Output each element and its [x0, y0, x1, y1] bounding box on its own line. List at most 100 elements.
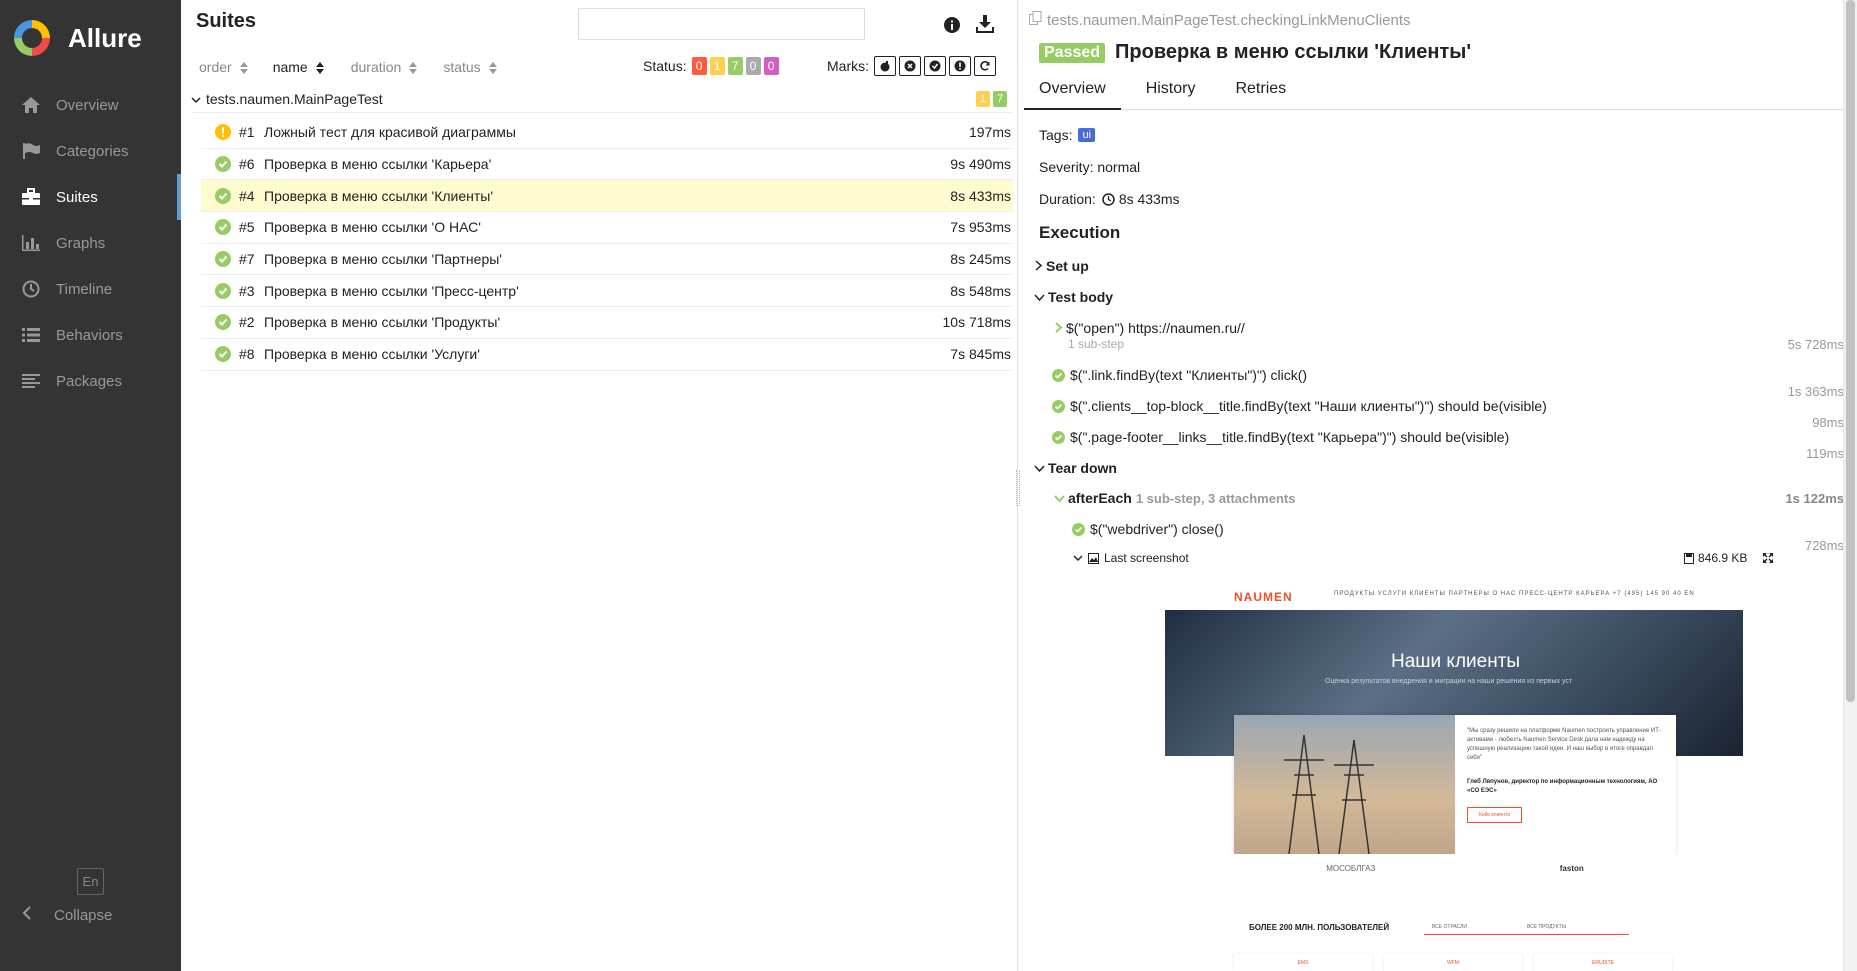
sidebar-item-categories[interactable]: Categories: [0, 128, 181, 174]
status-filter: Status: 0 1 7 0 0: [643, 57, 779, 75]
sidebar-item-graphs[interactable]: Graphs: [0, 220, 181, 266]
tag-badge: ui: [1078, 128, 1096, 142]
test-row[interactable]: #2 Проверка в меню ссылки 'Продукты' 10s…: [201, 307, 1013, 339]
attachment-size-text: 846.9 KB: [1698, 551, 1748, 565]
sidebar-item-timeline[interactable]: Timeline: [0, 266, 181, 312]
test-number: #3: [239, 282, 255, 299]
home-icon: [20, 95, 42, 115]
step-time: 5s 728ms: [1787, 337, 1844, 352]
power-tower-image: [1284, 734, 1374, 855]
image-icon: [1088, 552, 1099, 564]
pane-splitter-handle[interactable]: [1016, 470, 1020, 506]
test-duration: 7s 953ms: [950, 219, 1011, 236]
step-time: 98ms: [1812, 415, 1844, 430]
list-icon: [20, 325, 42, 345]
new-failed-mark-icon[interactable]: [899, 56, 921, 76]
step-name: $(".page-footer__links__title.findBy(tex…: [1070, 429, 1510, 445]
step-row[interactable]: $(".link.findBy(text "Клиенты")") click(…: [1052, 367, 1844, 399]
broken-status-icon: [215, 124, 231, 141]
sort-status[interactable]: status: [443, 59, 497, 75]
test-body-label: Test body: [1048, 289, 1114, 305]
tab-history[interactable]: History: [1131, 76, 1211, 109]
sort-arrows-icon: [239, 61, 248, 74]
step-name: $(".link.findBy(text "Клиенты")") click(…: [1070, 367, 1308, 383]
sort-bar: order name duration status Status: 0 1 7…: [181, 52, 1018, 82]
sort-duration-label: duration: [350, 59, 402, 75]
new-passed-mark-icon[interactable]: [924, 56, 946, 76]
test-row-selected[interactable]: #4 Проверка в меню ссылки 'Клиенты' 8s 4…: [201, 180, 1013, 213]
test-row[interactable]: #3 Проверка в меню ссылки 'Пресс-центр' …: [201, 275, 1013, 308]
test-duration: 8s 548ms: [950, 282, 1011, 299]
test-number: #5: [239, 219, 255, 236]
step-time: 728ms: [1804, 538, 1844, 553]
search-input[interactable]: [578, 8, 865, 40]
sidebar-item-behaviors[interactable]: Behaviors: [0, 312, 181, 358]
sidebar-item-overview[interactable]: Overview: [0, 82, 181, 128]
tab-retries[interactable]: Retries: [1220, 76, 1301, 109]
after-each-step[interactable]: afterEach 1 sub-step, 3 attachments 1s 1…: [1054, 490, 1844, 506]
sidebar-item-packages[interactable]: Packages: [0, 358, 181, 404]
setup-section[interactable]: Set up: [1034, 258, 1844, 274]
briefcase-icon: [20, 187, 42, 207]
download-icon[interactable]: [975, 14, 995, 38]
screenshot-logos: МОСОБЛГАЗ faston: [1234, 854, 1676, 882]
screenshot-hero-subtitle: Оценка результатов внедрения и миграции …: [1325, 678, 1573, 685]
chevron-right-icon: [1034, 258, 1043, 274]
test-number: #7: [239, 251, 255, 268]
status-unknown-badge[interactable]: 0: [763, 57, 779, 75]
language-button[interactable]: En: [77, 868, 104, 895]
suite-group-row[interactable]: tests.naumen.MainPageTest 1 7: [191, 85, 1013, 113]
sort-duration[interactable]: duration: [351, 59, 418, 75]
status-skipped-badge[interactable]: 0: [745, 57, 761, 75]
test-row[interactable]: #1 Ложный тест для красивой диаграммы 19…: [201, 117, 1013, 149]
screenshot-quote: "Мы сразу решили на платформе Naumen пос…: [1467, 728, 1661, 761]
sidebar-item-label: Suites: [56, 188, 98, 206]
sort-order[interactable]: order: [199, 59, 248, 75]
step-row[interactable]: $("open") https://naumen.ru// 5s 728ms: [1054, 320, 1844, 352]
flaky-mark-icon[interactable]: [874, 56, 896, 76]
test-name: Проверка в меню ссылки 'О НАС': [264, 219, 481, 236]
passed-status-icon: [1072, 522, 1085, 536]
sort-name[interactable]: name: [273, 59, 324, 75]
step-row[interactable]: $(".page-footer__links__title.findBy(tex…: [1052, 429, 1844, 461]
status-passed-badge[interactable]: 7: [727, 57, 743, 75]
collapse-button[interactable]: Collapse: [22, 906, 112, 924]
scrollbar-thumb[interactable]: [1846, 0, 1855, 702]
sidebar-item-label: Graphs: [56, 234, 106, 252]
copy-icon[interactable]: [1029, 11, 1042, 29]
sidebar-item-suites[interactable]: Suites: [0, 174, 181, 220]
test-number: #8: [239, 346, 255, 363]
test-row[interactable]: #6 Проверка в меню ссылки 'Карьера' 9s 4…: [201, 149, 1013, 181]
new-broken-mark-icon[interactable]: [949, 56, 971, 76]
logo[interactable]: Allure: [0, 0, 181, 76]
vertical-scrollbar[interactable]: [1843, 0, 1857, 971]
screenshot-logo-item: faston: [1559, 863, 1584, 873]
passed-status-icon: [215, 251, 231, 268]
step-row[interactable]: $(".clients__top-block__title.findBy(tex…: [1052, 398, 1844, 430]
retries-mark-icon[interactable]: [974, 56, 996, 76]
teardown-label: Tear down: [1048, 460, 1117, 476]
step-row[interactable]: $("webdriver") close() 728ms: [1072, 521, 1844, 553]
teardown-section[interactable]: Tear down: [1034, 460, 1844, 476]
screenshot-quote-card: "Мы сразу решили на платформе Naumen пос…: [1234, 715, 1676, 855]
passed-status-icon: [215, 282, 231, 299]
chevron-down-icon: [1073, 554, 1083, 562]
status-broken-badge[interactable]: 1: [709, 57, 725, 75]
expand-icon[interactable]: [1762, 551, 1774, 568]
test-row[interactable]: #8 Проверка в меню ссылки 'Услуги' 7s 84…: [201, 339, 1013, 371]
duration-value: 8s 433ms: [1118, 191, 1180, 207]
screenshot-author: Глеб Ляпунов, директор по информационным…: [1467, 779, 1658, 794]
screenshot-product-card: WFM: [1384, 954, 1522, 971]
test-name: Проверка в меню ссылки 'Продукты': [264, 314, 501, 331]
suites-pane: Suites order name duration status Status…: [181, 0, 1018, 971]
test-row[interactable]: #7 Проверка в меню ссылки 'Партнеры' 8s …: [201, 244, 1013, 276]
attachment-header[interactable]: Last screenshot: [1073, 551, 1189, 565]
test-row[interactable]: #5 Проверка в меню ссылки 'О НАС' 7s 953…: [201, 212, 1013, 244]
test-body-section[interactable]: Test body: [1034, 289, 1844, 305]
info-icon[interactable]: [943, 16, 961, 38]
tags-label: Tags:: [1039, 127, 1073, 143]
tab-overview[interactable]: Overview: [1024, 76, 1121, 110]
passed-status-icon: [215, 219, 231, 236]
status-failed-badge[interactable]: 0: [691, 57, 707, 75]
chevron-down-icon: [1054, 490, 1065, 506]
